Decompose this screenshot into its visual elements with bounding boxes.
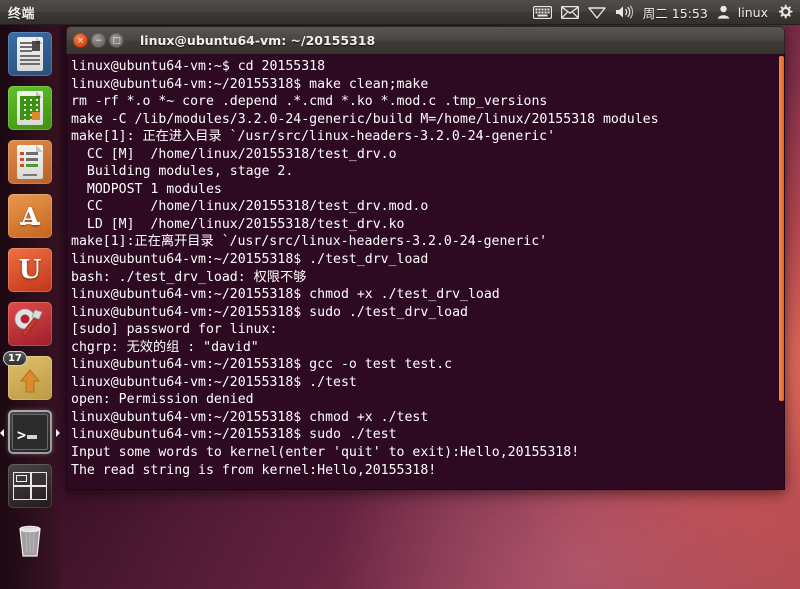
volume-indicator[interactable] — [615, 0, 634, 25]
network-indicator[interactable] — [588, 0, 606, 25]
launcher-item-libreoffice-writer[interactable] — [0, 27, 60, 81]
launcher-running-pip-left — [0, 429, 4, 437]
unity-launcher: A U 17 > — [0, 25, 60, 589]
update-count-badge: 17 — [3, 351, 27, 366]
ubuntu-one-icon: U — [8, 248, 52, 292]
keyboard-icon — [532, 5, 552, 19]
launcher-item-update-manager[interactable]: 17 — [0, 351, 60, 405]
system-settings-icon — [8, 302, 52, 346]
software-center-icon: A — [8, 194, 52, 238]
clock-label: 周二 15:53 — [642, 5, 708, 21]
terminal-window: × − □ linux@ubuntu64-vm: ~/20155318 linu… — [66, 26, 785, 490]
username-label: linux — [737, 4, 768, 20]
launcher-item-workspace-switcher[interactable] — [0, 459, 60, 513]
top-panel: 终端 周二 15:53 linux — [0, 0, 800, 25]
launcher-item-libreoffice-calc[interactable] — [0, 81, 60, 135]
libreoffice-impress-icon — [8, 140, 52, 184]
terminal-scrollbar-thumb[interactable] — [779, 56, 784, 401]
software-center-glyph: A — [20, 201, 40, 231]
gear-icon — [777, 4, 793, 20]
keyboard-indicator[interactable] — [532, 0, 552, 25]
terminal-scrollbar[interactable] — [779, 54, 784, 489]
messaging-menu[interactable] — [560, 0, 579, 25]
launcher-focused-pip-right — [56, 429, 60, 437]
libreoffice-calc-icon — [8, 86, 52, 130]
launcher-item-ubuntu-software-center[interactable]: A — [0, 189, 60, 243]
ubuntu-one-glyph: U — [18, 255, 42, 285]
user-icon — [717, 5, 730, 19]
launcher-item-ubuntu-one[interactable]: U — [0, 243, 60, 297]
libreoffice-writer-icon — [8, 32, 52, 76]
workspace-switcher-icon — [8, 464, 52, 508]
terminal-output[interactable]: linux@ubuntu64-vm:~$ cd 20155318 linux@u… — [67, 54, 784, 479]
speaker-icon — [615, 5, 634, 19]
terminal-body[interactable]: linux@ubuntu64-vm:~$ cd 20155318 linux@u… — [66, 54, 785, 490]
close-icon[interactable]: × — [73, 33, 88, 48]
launcher-item-libreoffice-impress[interactable] — [0, 135, 60, 189]
system-menu[interactable] — [777, 0, 793, 25]
minimize-icon[interactable]: − — [91, 33, 106, 48]
maximize-icon[interactable]: □ — [109, 33, 124, 48]
panel-app-title[interactable]: 终端 — [8, 3, 35, 22]
launcher-item-terminal[interactable]: > — [0, 405, 60, 459]
launcher-item-trash[interactable] — [0, 513, 60, 567]
window-title: linux@ubuntu64-vm: ~/20155318 — [140, 33, 376, 48]
trash-icon — [8, 518, 52, 562]
system-tray: 周二 15:53 linux — [532, 0, 800, 25]
session-indicator[interactable]: linux — [717, 0, 768, 25]
clock-indicator[interactable]: 周二 15:53 — [643, 0, 708, 25]
wifi-icon — [588, 6, 606, 19]
launcher-item-system-settings[interactable] — [0, 297, 60, 351]
terminal-titlebar[interactable]: × − □ linux@ubuntu64-vm: ~/20155318 — [66, 26, 785, 54]
terminal-icon: > — [8, 410, 52, 454]
envelope-icon — [560, 5, 579, 19]
